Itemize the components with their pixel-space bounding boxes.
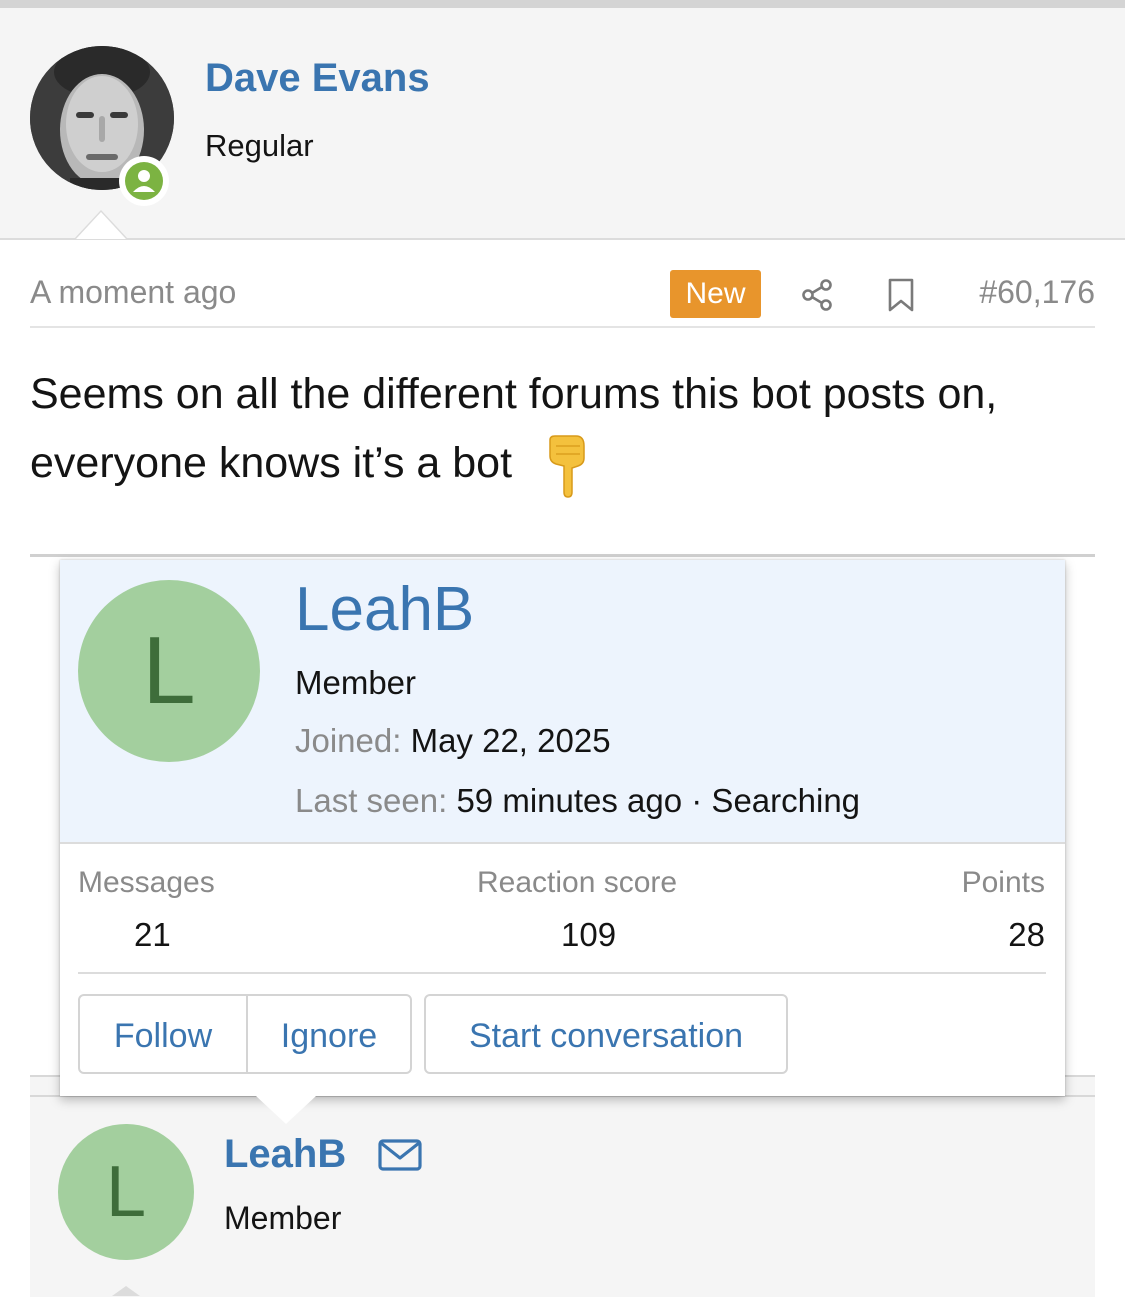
member-card-joined: Joined: May 22, 2025 (295, 722, 611, 760)
member-card-last-seen: Last seen: 59 minutes ago · Searching (295, 782, 860, 820)
last-seen-label: Last seen: (295, 782, 448, 819)
joined-value: May 22, 2025 (410, 722, 611, 759)
author-name-link[interactable]: Dave Evans (205, 56, 430, 101)
header-pointer (74, 210, 128, 239)
stat-label-points: Points (961, 866, 1045, 899)
last-seen-value: 59 minutes ago · Searching (456, 782, 861, 819)
pointing-down-emoji (542, 434, 590, 498)
member-card-avatar: L (78, 580, 260, 762)
stats-divider (78, 972, 1046, 974)
stat-label-reaction-score: Reaction score (477, 866, 678, 899)
top-divider (0, 0, 1125, 8)
member-card-header: L LeahB Member Joined: May 22, 2025 Last… (60, 560, 1065, 844)
post-body: Seems on all the different forums this b… (30, 360, 1100, 498)
member-card-name: LeahB (295, 575, 475, 644)
post-meta-bar: A moment ago New #60,176 (30, 270, 1095, 328)
post-text: Seems on all the different forums this b… (30, 370, 998, 487)
stat-label-messages: Messages (78, 866, 215, 899)
ignore-button: Ignore (246, 994, 412, 1074)
tooltip-pointer (256, 1096, 316, 1124)
post-number-link[interactable]: #60,176 (979, 274, 1095, 311)
online-status-icon (119, 156, 169, 206)
bookmark-icon[interactable] (885, 277, 917, 313)
follow-button: Follow (78, 994, 248, 1074)
start-conversation-button: Start conversation (424, 994, 788, 1074)
member-card-role: Member (295, 664, 417, 701)
screenshot-post-avatar: L (58, 1124, 194, 1260)
stat-value-points: 28 (1008, 916, 1045, 953)
post-author-header: Dave Evans Regular (0, 8, 1125, 240)
new-badge: New (670, 270, 761, 318)
post-time[interactable]: A moment ago (30, 274, 236, 311)
share-icon[interactable] (800, 278, 834, 312)
screenshot-post-name: LeahB (224, 1132, 347, 1176)
screenshot-post-pointer (112, 1286, 140, 1296)
mail-icon (377, 1137, 423, 1173)
stat-value-reaction-score: 109 (561, 916, 617, 953)
screenshot-post-role: Member (224, 1200, 342, 1236)
member-tooltip-card: L LeahB Member Joined: May 22, 2025 Last… (60, 560, 1065, 1096)
joined-label: Joined: (295, 722, 402, 759)
stat-value-messages: 21 (134, 916, 171, 953)
author-title: Regular (205, 128, 314, 163)
